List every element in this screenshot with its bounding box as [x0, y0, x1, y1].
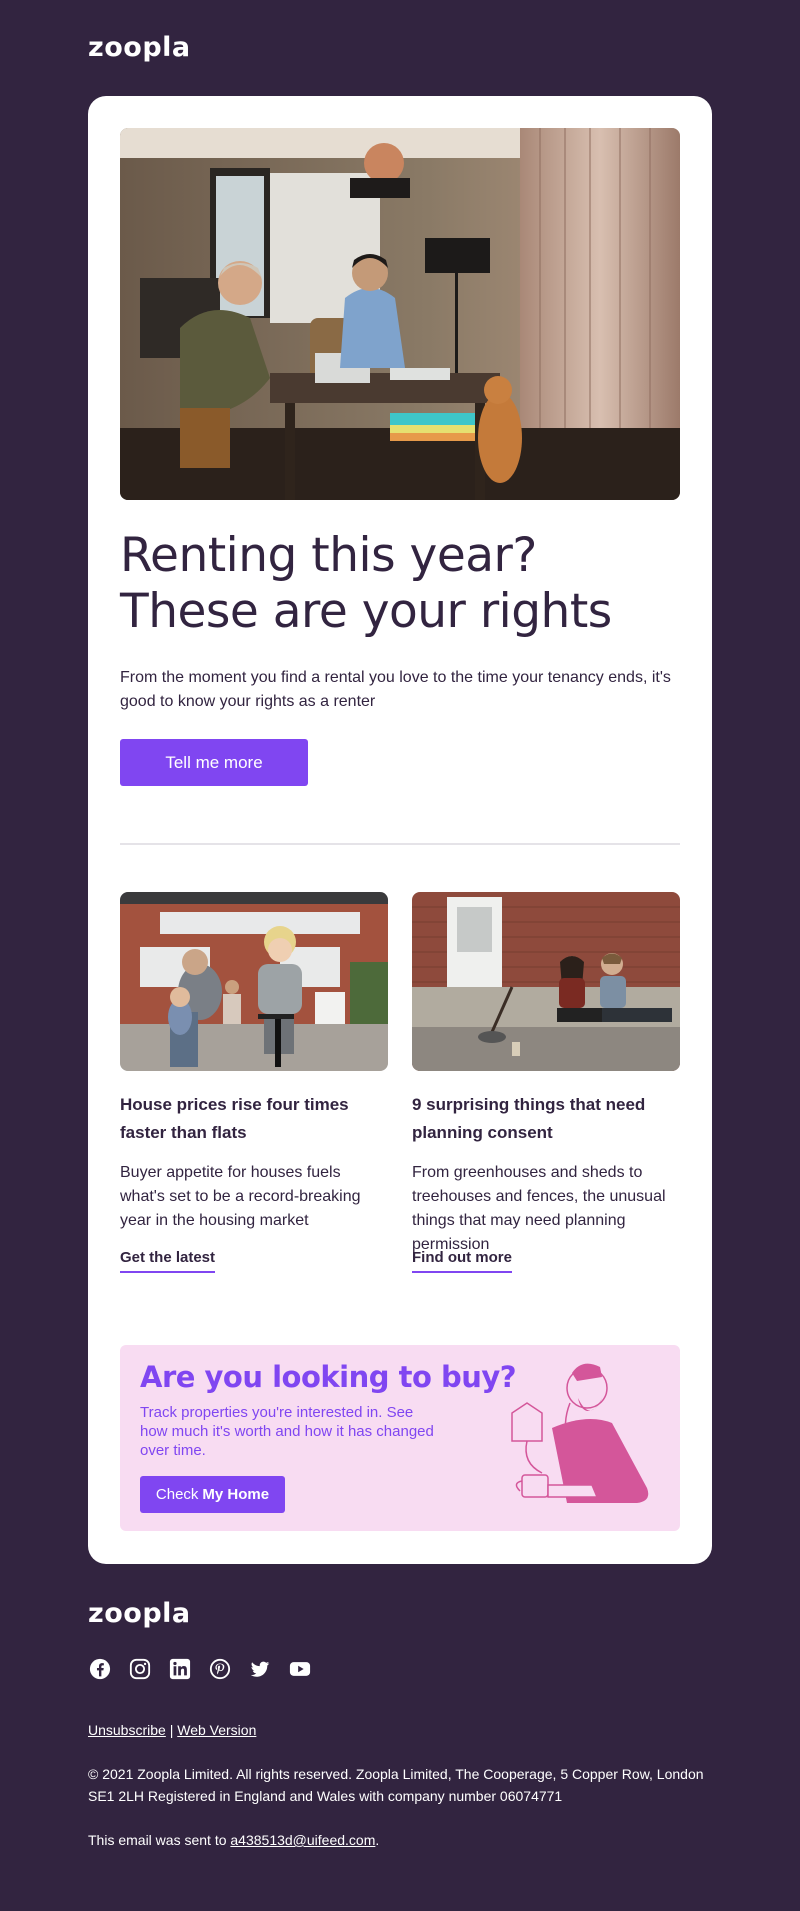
- instagram-icon[interactable]: [128, 1657, 152, 1681]
- email-card: Renting this year? These are your rights…: [88, 96, 712, 1564]
- twitter-icon[interactable]: [248, 1657, 272, 1681]
- tell-me-more-button[interactable]: Tell me more: [120, 739, 308, 786]
- link-separator: |: [169, 1722, 174, 1738]
- recipient-email-link[interactable]: a438513d@uifeed.com: [230, 1832, 375, 1848]
- article-description: From greenhouses and sheds to treehouses…: [412, 1164, 666, 1253]
- article-title: 9 surprising things that need planning c…: [412, 1095, 646, 1142]
- zoopla-logo[interactable]: zoopla: [88, 34, 191, 61]
- hero-description: From the moment you find a rental you lo…: [120, 669, 671, 710]
- promo-title: Are you looking to buy?: [140, 1360, 517, 1394]
- article-image[interactable]: [120, 892, 388, 1071]
- web-version-link[interactable]: Web Version: [177, 1722, 256, 1738]
- unsubscribe-link[interactable]: Unsubscribe: [88, 1722, 166, 1738]
- sent-suffix: .: [375, 1832, 380, 1848]
- garden-couple-photo-icon: [412, 892, 680, 1071]
- article-image[interactable]: [412, 892, 680, 1071]
- article-description: Buyer appetite for houses fuels what's s…: [120, 1164, 361, 1229]
- family-house-photo-icon: [120, 892, 388, 1071]
- social-links: [88, 1657, 312, 1681]
- article-title: House prices rise four times faster than…: [120, 1095, 349, 1142]
- facebook-icon[interactable]: [88, 1657, 112, 1681]
- living-room-photo-icon: [120, 128, 680, 500]
- footer-links: Unsubscribe | Web Version: [88, 1720, 256, 1740]
- copyright-text: © 2021 Zoopla Limited. All rights reserv…: [88, 1766, 704, 1804]
- divider: [120, 843, 680, 845]
- my-home-promo-banner[interactable]: Are you looking to buy? Track properties…: [120, 1345, 680, 1531]
- button-strong: My Home: [202, 1486, 270, 1503]
- button-prefix: Check: [155, 1486, 199, 1503]
- hero-image[interactable]: [120, 128, 680, 500]
- pinterest-icon[interactable]: [208, 1657, 232, 1681]
- article-card-house-prices: House prices rise four times faster than…: [120, 892, 388, 1273]
- find-out-more-link[interactable]: Find out more: [412, 1248, 512, 1273]
- promo-description: Track properties you're interested in. S…: [140, 1404, 434, 1459]
- hero-title: Renting this year? These are your rights: [120, 528, 612, 639]
- get-the-latest-link[interactable]: Get the latest: [120, 1248, 216, 1273]
- check-my-home-button[interactable]: Check My Home: [140, 1476, 285, 1513]
- linkedin-icon[interactable]: [168, 1657, 192, 1681]
- article-card-planning-consent: 9 surprising things that need planning c…: [412, 892, 680, 1273]
- youtube-icon[interactable]: [288, 1657, 312, 1681]
- person-with-coffee-illustration-icon: [511, 1363, 649, 1503]
- sent-prefix: This email was sent to: [88, 1832, 227, 1848]
- zoopla-footer-logo[interactable]: zoopla: [88, 1600, 191, 1627]
- sent-to-text: This email was sent to a438513d@uifeed.c…: [88, 1830, 379, 1850]
